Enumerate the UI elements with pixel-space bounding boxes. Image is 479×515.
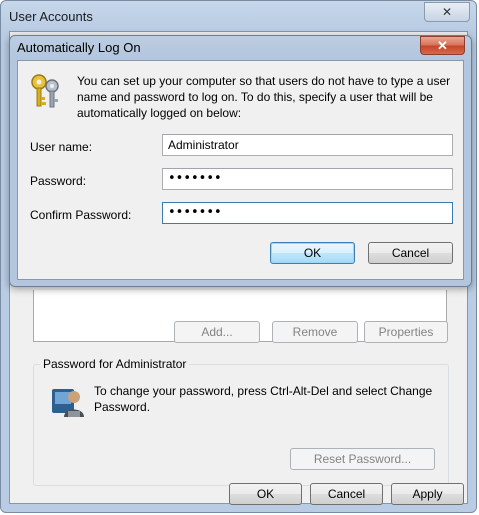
keys-icon — [31, 74, 59, 108]
add-button-label: Add... — [201, 325, 233, 339]
password-groupbox: Password for Administrator To change you… — [33, 357, 449, 486]
window-close-button[interactable]: ✕ — [424, 2, 470, 22]
dialog-description: You can set up your computer so that use… — [77, 74, 451, 120]
properties-button[interactable]: Properties — [364, 321, 448, 343]
auto-logon-dialog: Automatically Log On ✕ You can set up yo… — [9, 35, 472, 287]
dialog-close-button[interactable]: ✕ — [420, 36, 465, 55]
apply-button-label: Apply — [412, 487, 443, 501]
window-title: User Accounts — [9, 9, 93, 24]
username-label: User name: — [30, 140, 93, 154]
confirm-password-label: Confirm Password: — [30, 208, 132, 222]
password-field[interactable]: ••••••• — [162, 168, 453, 190]
ok-button-label: OK — [256, 487, 275, 501]
reset-password-label: Reset Password... — [313, 452, 412, 466]
dialog-cancel-label: Cancel — [391, 246, 430, 260]
remove-button[interactable]: Remove — [272, 321, 358, 343]
cancel-button-label: Cancel — [327, 487, 366, 501]
username-field[interactable]: Administrator — [162, 134, 453, 156]
user-password-icon — [52, 389, 84, 417]
remove-button-label: Remove — [292, 325, 338, 339]
apply-button[interactable]: Apply — [391, 483, 464, 505]
dialog-client-area: You can set up your computer so that use… — [17, 60, 464, 280]
ok-button[interactable]: OK — [229, 483, 302, 505]
password-label: Password: — [30, 174, 87, 188]
dialog-title: Automatically Log On — [17, 40, 141, 55]
confirm-password-field[interactable]: ••••••• — [162, 202, 453, 224]
dialog-ok-label: OK — [303, 246, 322, 260]
cancel-button[interactable]: Cancel — [310, 483, 383, 505]
dialog-cancel-button[interactable]: Cancel — [368, 242, 453, 264]
dialog-ok-button[interactable]: OK — [270, 242, 355, 264]
properties-button-label: Properties — [378, 325, 434, 339]
password-group-legend: Password for Administrator — [40, 357, 190, 371]
password-change-message: To change your password, press Ctrl-Alt-… — [94, 384, 433, 414]
reset-password-button[interactable]: Reset Password... — [290, 448, 435, 470]
add-button[interactable]: Add... — [174, 321, 260, 343]
